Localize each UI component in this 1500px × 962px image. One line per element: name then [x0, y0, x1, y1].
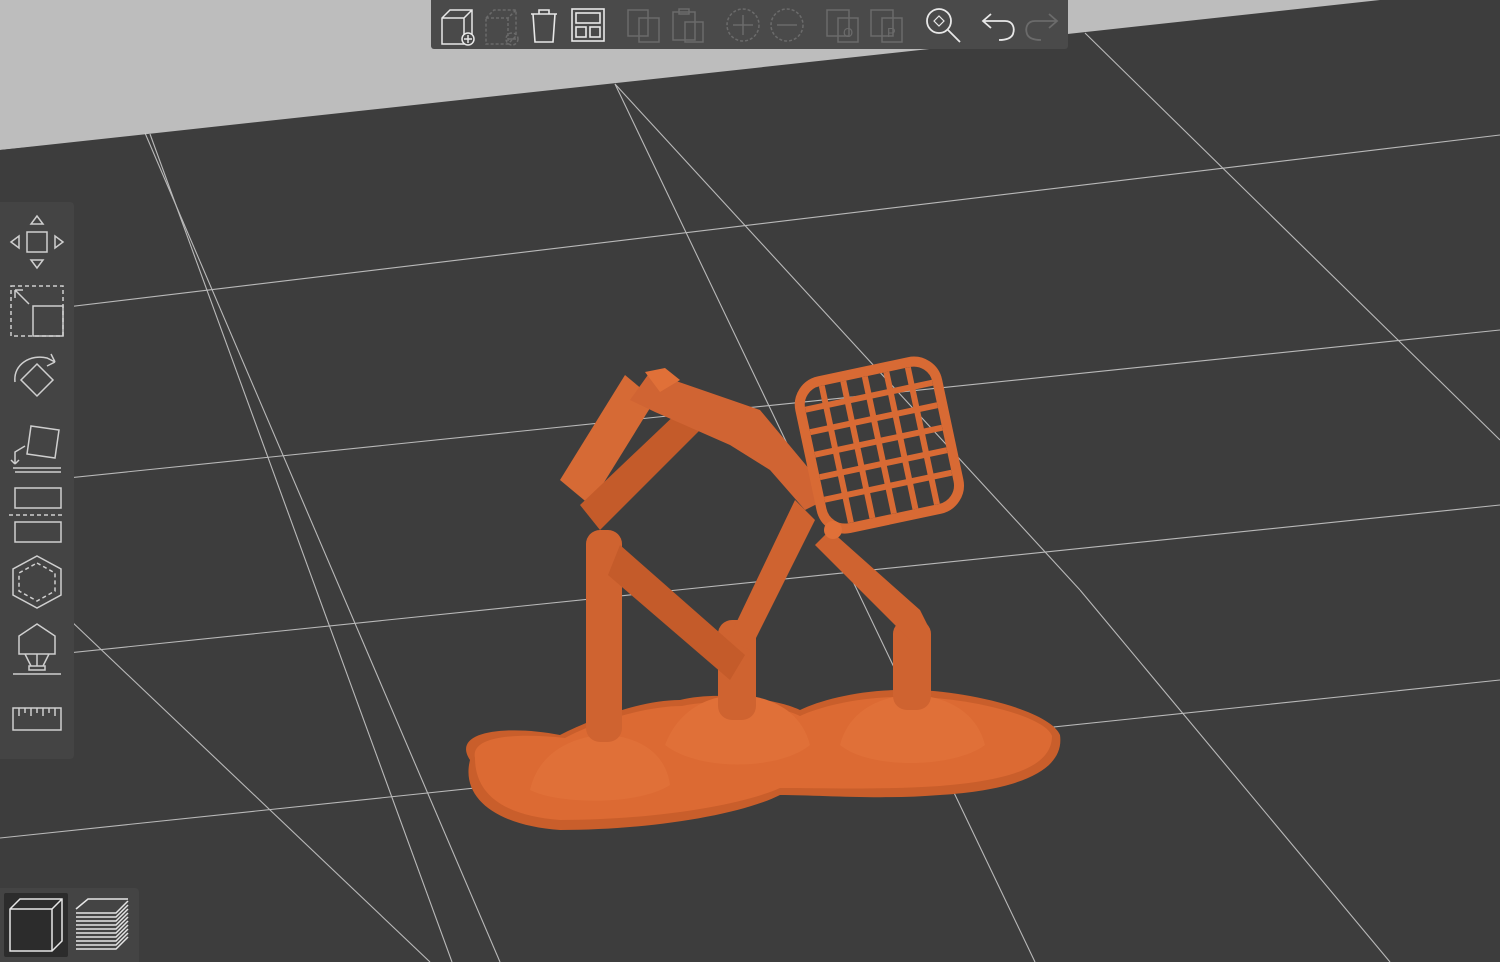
add-object-button[interactable] [437, 3, 477, 47]
split-objects-button[interactable]: O [823, 3, 863, 47]
split-objects-icon: O [826, 8, 859, 43]
remove-object-icon [484, 8, 519, 46]
delete-all-button[interactable] [525, 3, 565, 47]
arrange-icon [571, 7, 606, 42]
move-tool-button[interactable] [5, 208, 69, 276]
preview-layers-icon [75, 898, 129, 950]
hollow-tool-button[interactable] [5, 548, 69, 616]
gizmo-toolbar [0, 202, 74, 759]
split-parts-button[interactable]: P [867, 3, 907, 47]
support-points-button[interactable] [5, 616, 69, 684]
move-icon [9, 214, 65, 270]
measure-icon [12, 707, 62, 731]
redo-button[interactable] [1022, 3, 1062, 47]
place-on-face-icon [10, 425, 61, 473]
3d-view-icon [9, 898, 63, 952]
top-toolbar: O P [431, 0, 1068, 49]
scale-icon [10, 285, 64, 337]
place-on-face-button[interactable] [5, 412, 69, 480]
copy-button[interactable] [624, 3, 664, 47]
cut-tool-button[interactable] [5, 480, 69, 548]
cut-icon [9, 487, 65, 543]
remove-object-button[interactable] [481, 3, 521, 47]
build-plate [0, 0, 1500, 962]
undo-button[interactable] [978, 3, 1018, 47]
3d-viewport[interactable] [0, 0, 1500, 962]
svg-text:O: O [843, 25, 853, 40]
svg-text:P: P [887, 25, 896, 40]
delete-all-icon [531, 8, 558, 43]
search-icon [925, 7, 961, 43]
split-parts-icon: P [870, 8, 903, 43]
redo-icon [1025, 12, 1059, 41]
remove-instance-button[interactable] [767, 3, 807, 47]
copy-icon [627, 8, 660, 43]
hollow-icon [12, 555, 62, 609]
remove-instance-icon [770, 7, 805, 42]
rotate-tool-button[interactable] [5, 344, 69, 412]
paste-icon [672, 7, 704, 43]
arrange-button[interactable] [568, 3, 608, 47]
support-points-icon [13, 623, 61, 675]
paste-button[interactable] [668, 3, 708, 47]
add-object-icon [441, 8, 475, 46]
undo-icon [981, 12, 1015, 41]
3d-view-button[interactable] [4, 893, 68, 957]
add-instance-button[interactable] [724, 3, 764, 47]
view-toggle [0, 888, 139, 962]
measure-tool-button[interactable] [5, 684, 69, 752]
add-instance-icon [726, 7, 761, 42]
rotate-icon [14, 353, 56, 398]
scale-tool-button[interactable] [5, 276, 69, 344]
search-button[interactable] [923, 3, 963, 47]
preview-layers-button[interactable] [70, 893, 134, 957]
